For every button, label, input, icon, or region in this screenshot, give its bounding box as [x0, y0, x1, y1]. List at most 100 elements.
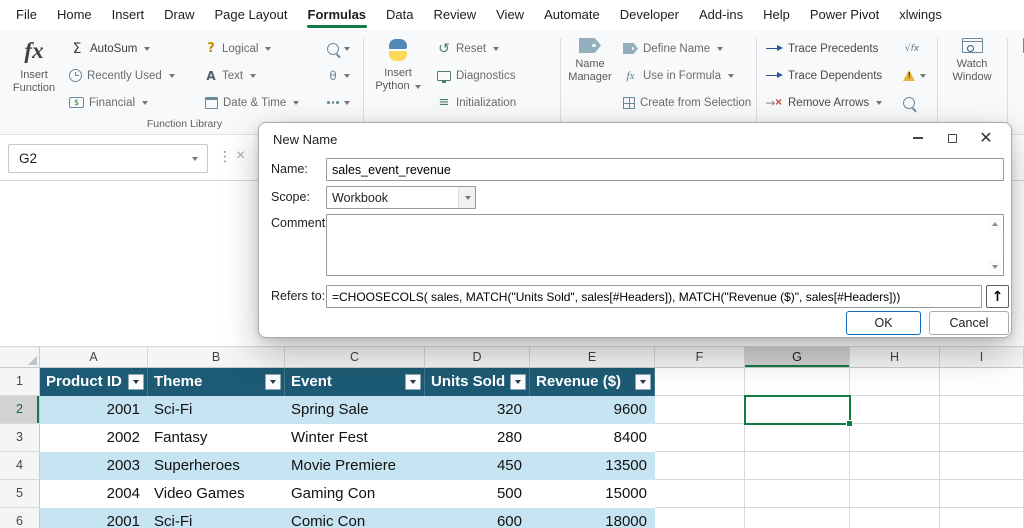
fill-handle[interactable] [846, 420, 853, 427]
cell-B6[interactable]: Sci-Fi [148, 508, 285, 528]
row-header-4[interactable]: 4 [0, 452, 40, 480]
cell-A6[interactable]: 2001 [40, 508, 148, 528]
scope-dropdown[interactable]: Workbook [326, 186, 476, 209]
tab-file[interactable]: File [6, 0, 47, 30]
row-header-3[interactable]: 3 [0, 424, 40, 452]
cell-F5[interactable] [655, 480, 745, 508]
autosum-button[interactable]: AutoSum [64, 35, 196, 62]
tab-draw[interactable]: Draw [154, 0, 204, 30]
collapse-dialog-button[interactable] [986, 285, 1009, 308]
column-header-E[interactable]: E [530, 347, 655, 368]
tab-page-layout[interactable]: Page Layout [205, 0, 298, 30]
cell-I2[interactable] [940, 396, 1024, 424]
cell-H3[interactable] [850, 424, 940, 452]
row-header-1[interactable]: 1 [0, 368, 40, 396]
comment-textarea[interactable] [326, 214, 1004, 276]
remove-arrows-button[interactable]: Remove Arrows [760, 89, 898, 116]
cell-A4[interactable]: 2003 [40, 452, 148, 480]
tab-view[interactable]: View [486, 0, 534, 30]
name-box[interactable]: G2 [8, 144, 208, 173]
ok-button[interactable]: OK [846, 311, 921, 335]
cell-H6[interactable] [850, 508, 940, 528]
cell-C5[interactable]: Gaming Con [285, 480, 425, 508]
row-header-6[interactable]: 6 [0, 508, 40, 528]
filter-button-theme[interactable] [265, 374, 281, 390]
minimize-button[interactable] [901, 125, 935, 151]
cell-D6[interactable]: 600 [425, 508, 530, 528]
cell-B1[interactable]: Theme [148, 368, 285, 396]
tab-power-pivot[interactable]: Power Pivot [800, 0, 889, 30]
select-all-corner[interactable] [0, 347, 40, 368]
cell-I1[interactable] [940, 368, 1024, 396]
row-header-2[interactable]: 2 [0, 396, 40, 424]
watch-window-button[interactable]: Watch Window [944, 34, 1000, 84]
create-from-selection-button[interactable]: Create from Selection [618, 89, 758, 116]
financial-button[interactable]: Financial [64, 89, 196, 116]
cell-G4[interactable] [745, 452, 850, 480]
comment-scroll-down-button[interactable] [988, 260, 1001, 273]
tab-data[interactable]: Data [376, 0, 423, 30]
math-trig-button[interactable] [324, 62, 360, 89]
name-input[interactable] [326, 158, 1004, 181]
column-header-F[interactable]: F [655, 347, 745, 368]
cell-G3[interactable] [745, 424, 850, 452]
name-manager-button[interactable]: Name Manager [564, 34, 616, 84]
cell-D1[interactable]: Units Sold [425, 368, 530, 396]
cell-H5[interactable] [850, 480, 940, 508]
formula-bar-drag-handle[interactable]: ⋮ [218, 149, 232, 165]
cell-F3[interactable] [655, 424, 745, 452]
cell-E3[interactable]: 8400 [530, 424, 655, 452]
cell-B2[interactable]: Sci-Fi [148, 396, 285, 424]
recently-used-button[interactable]: Recently Used [64, 62, 196, 89]
name-box-caret-icon[interactable] [192, 157, 198, 161]
cell-F1[interactable] [655, 368, 745, 396]
define-name-button[interactable]: Define Name [618, 35, 758, 62]
tab-automate[interactable]: Automate [534, 0, 610, 30]
tab-review[interactable]: Review [424, 0, 487, 30]
close-button[interactable]: ✕ [969, 125, 1003, 151]
cell-I3[interactable] [940, 424, 1024, 452]
trace-precedents-button[interactable]: Trace Precedents [760, 35, 898, 62]
reset-button[interactable]: Reset [432, 35, 558, 62]
cell-I6[interactable] [940, 508, 1024, 528]
column-header-B[interactable]: B [148, 347, 285, 368]
cell-E6[interactable]: 18000 [530, 508, 655, 528]
cell-F4[interactable] [655, 452, 745, 480]
cell-C4[interactable]: Movie Premiere [285, 452, 425, 480]
filter-button-product-id[interactable] [128, 374, 144, 390]
show-formulas-button[interactable] [900, 35, 936, 62]
column-header-H[interactable]: H [850, 347, 940, 368]
tab-developer[interactable]: Developer [610, 0, 689, 30]
cell-E1[interactable]: Revenue ($) [530, 368, 655, 396]
column-header-D[interactable]: D [425, 347, 530, 368]
column-header-I[interactable]: I [940, 347, 1024, 368]
cell-A2[interactable]: 2001 [40, 396, 148, 424]
lookup-reference-button[interactable] [324, 35, 360, 62]
cell-H2[interactable] [850, 396, 940, 424]
cell-B3[interactable]: Fantasy [148, 424, 285, 452]
maximize-button[interactable] [935, 125, 969, 151]
column-header-A[interactable]: A [40, 347, 148, 368]
cell-D2[interactable]: 320 [425, 396, 530, 424]
error-checking-button[interactable] [900, 62, 936, 89]
cell-F2[interactable] [655, 396, 745, 424]
row-header-5[interactable]: 5 [0, 480, 40, 508]
date-time-button[interactable]: Date & Time [200, 89, 320, 116]
scope-caret-button[interactable] [458, 187, 475, 208]
cell-E2[interactable]: 9600 [530, 396, 655, 424]
cell-C2[interactable]: Spring Sale [285, 396, 425, 424]
evaluate-formula-button[interactable] [900, 89, 936, 116]
filter-button-units-sold[interactable] [510, 374, 526, 390]
cell-H1[interactable] [850, 368, 940, 396]
cell-A5[interactable]: 2004 [40, 480, 148, 508]
calculation-options-button[interactable] [1013, 34, 1024, 53]
cell-E5[interactable]: 15000 [530, 480, 655, 508]
selection-G2[interactable] [744, 395, 851, 425]
cell-I4[interactable] [940, 452, 1024, 480]
more-functions-button[interactable] [324, 89, 360, 116]
use-in-formula-button[interactable]: Use in Formula [618, 62, 758, 89]
comment-scroll-up-button[interactable] [988, 217, 1001, 230]
cancel-entry-icon[interactable]: × [236, 147, 245, 165]
refers-to-input[interactable] [326, 285, 982, 308]
tab-formulas[interactable]: Formulas [298, 0, 377, 30]
